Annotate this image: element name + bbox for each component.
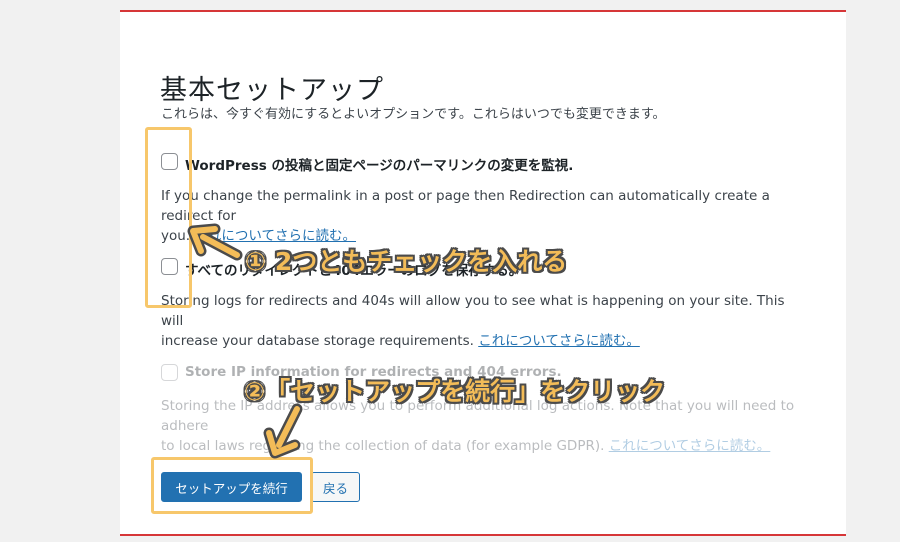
checkbox-highlight-box [145, 127, 192, 308]
read-more-link-3[interactable]: これについてさらに読む。 [609, 438, 771, 454]
arrow-icon [263, 403, 303, 459]
arrow-icon [187, 223, 243, 261]
page-title: 基本セットアップ [160, 75, 384, 107]
annotation-step2: ②「セットアップを続行」をクリック [244, 377, 666, 406]
intro-text: これらは、今すぐ有効にするとよいオプションです。これらはいつでも変更できます。 [161, 107, 666, 122]
annotation-step1: ① 2つともチェックを入れる [245, 247, 568, 276]
log-redirects-description: Storing logs for redirects and 404s will… [161, 293, 785, 349]
back-button[interactable]: 戻る [311, 472, 360, 502]
monitor-permalink-description: If you change the permalink in a post or… [161, 188, 770, 244]
store-ip-checkbox[interactable] [161, 364, 178, 381]
read-more-link-2[interactable]: これについてさらに読む。 [478, 333, 640, 349]
button-highlight-box [151, 457, 313, 514]
monitor-permalink-label: WordPress の投稿と固定ページのパーマリンクの変更を監視. [185, 158, 574, 174]
